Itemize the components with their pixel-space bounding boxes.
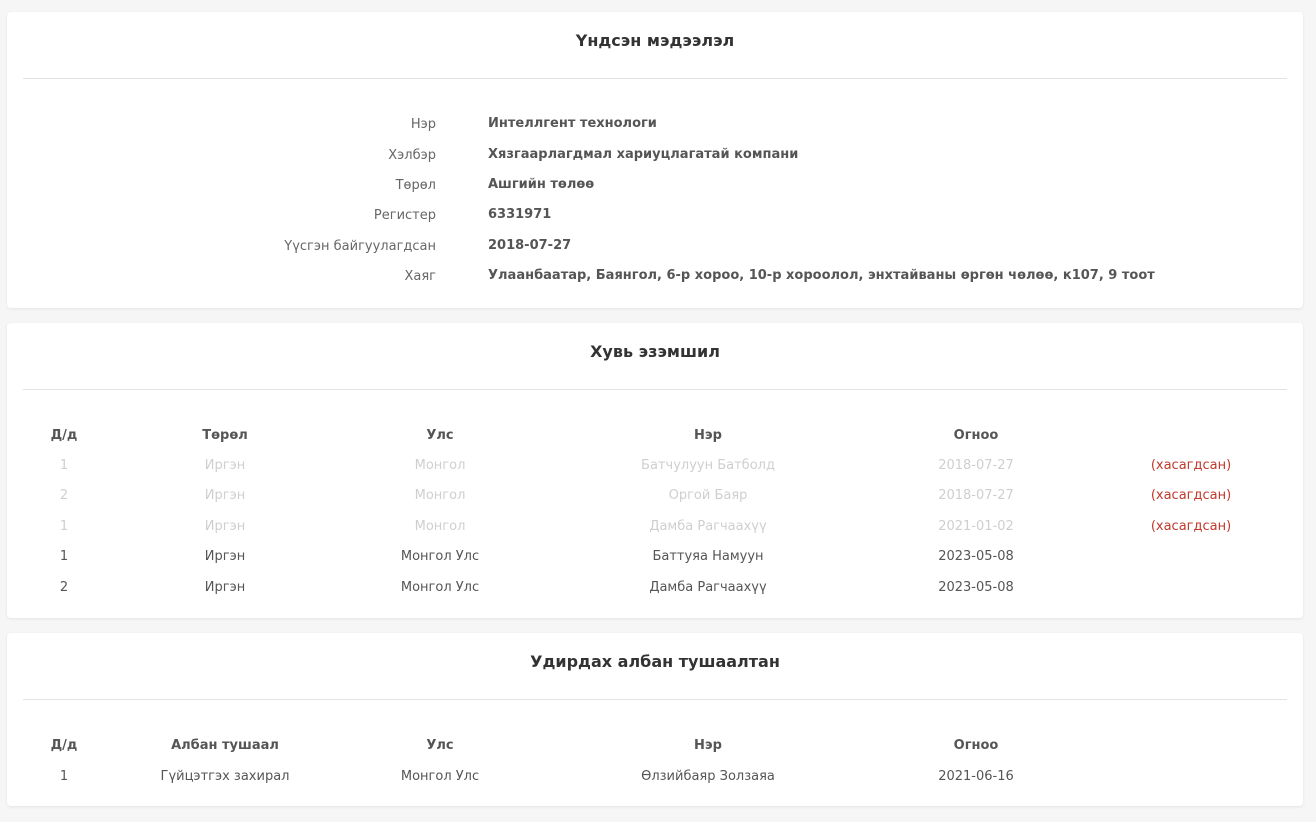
col-header-country: Улс [426, 428, 454, 443]
table-row: 1 Гүйцэтгэх захирал Монгол Улс Өлзийбаяр… [7, 767, 1303, 787]
cell-country: Монгол Улс [400, 769, 480, 784]
removed-status: (хасагдсан) [1150, 458, 1232, 473]
ownership-card: Хувь эзэмшил Д/д Төрөл Улс Нэр Огноо 1 И… [7, 323, 1303, 618]
cell-date: 2021-06-16 [938, 769, 1014, 784]
info-row-founded: Үүсгэн байгуулагдсан 2018-07-27 [7, 237, 1303, 257]
col-header-no: Д/д [50, 738, 78, 753]
col-header-date: Огноо [953, 428, 999, 443]
info-row-type: Төрөл Ашгийн төлөө [7, 176, 1303, 196]
info-label: Хаяг [404, 269, 436, 284]
info-value: Интеллгент технологи [488, 116, 657, 131]
info-row-address: Хаяг Улаанбаатар, Баянгол, 6-р хороо, 10… [7, 267, 1303, 287]
info-label: Хэлбэр [388, 148, 436, 163]
info-row-name: Нэр Интеллгент технологи [7, 115, 1303, 135]
col-header-type: Төрөл [202, 428, 248, 443]
cell-type: Иргэн [204, 519, 246, 534]
cell-date: 2018-07-27 [938, 458, 1014, 473]
info-row-register: Регистер 6331971 [7, 206, 1303, 226]
cell-name: Батчулуун Батболд [641, 458, 775, 473]
col-header-country: Улс [426, 738, 454, 753]
divider [23, 389, 1287, 390]
cell-no: 1 [59, 458, 69, 473]
officials-card: Удирдах албан тушаалтан Д/д Албан тушаал… [7, 633, 1303, 806]
ownership-title: Хувь эзэмшил [590, 342, 720, 361]
info-value: Ашгийн төлөө [488, 177, 595, 192]
cell-country: Монгол Улс [400, 549, 480, 564]
info-value: Хязгаарлагдмал хариуцлагатай компани [488, 147, 799, 162]
cell-name: Дамба Рагчаахүү [649, 580, 767, 595]
cell-no: 1 [59, 769, 69, 784]
table-row: 1 Иргэн Монгол Батчулуун Батболд 2018-07… [7, 456, 1303, 476]
cell-type: Иргэн [204, 488, 246, 503]
col-header-position: Албан тушаал [171, 738, 279, 753]
info-row-form: Хэлбэр Хязгаарлагдмал хариуцлагатай комп… [7, 146, 1303, 166]
cell-position: Гүйцэтгэх захирал [160, 769, 290, 784]
cell-type: Иргэн [204, 549, 246, 564]
cell-type: Иргэн [204, 458, 246, 473]
cell-date: 2018-07-27 [938, 488, 1014, 503]
basic-info-card: Үндсэн мэдээлэл Нэр Интеллгент технологи… [7, 12, 1303, 308]
col-header-date: Огноо [953, 738, 999, 753]
cell-name: Дамба Рагчаахүү [649, 519, 767, 534]
divider [23, 78, 1287, 79]
cell-country: Монгол Улс [400, 580, 480, 595]
info-label: Үүсгэн байгуулагдсан [284, 239, 436, 254]
basic-info-title: Үндсэн мэдээлэл [575, 31, 735, 50]
col-header-name: Нэр [694, 738, 722, 753]
cell-date: 2021-01-02 [938, 519, 1014, 534]
cell-country: Монгол [414, 519, 466, 534]
divider [23, 699, 1287, 700]
cell-no: 1 [59, 549, 69, 564]
cell-no: 2 [59, 488, 69, 503]
table-row: 2 Иргэн Монгол Оргой Баяр 2018-07-27 (ха… [7, 486, 1303, 506]
table-row: 1 Иргэн Монгол Дамба Рагчаахүү 2021-01-0… [7, 517, 1303, 537]
col-header-no: Д/д [50, 428, 78, 443]
info-label: Төрөл [395, 178, 436, 193]
info-label: Регистер [373, 208, 436, 223]
table-row: 2 Иргэн Монгол Улс Дамба Рагчаахүү 2023-… [7, 578, 1303, 598]
info-label: Нэр [410, 117, 436, 132]
cell-no: 1 [59, 519, 69, 534]
cell-type: Иргэн [204, 580, 246, 595]
officials-table-header: Д/д Албан тушаал Улс Нэр Огноо [7, 736, 1303, 756]
cell-country: Монгол [414, 458, 466, 473]
col-header-name: Нэр [694, 428, 722, 443]
info-value: 2018-07-27 [488, 238, 572, 253]
info-value: Улаанбаатар, Баянгол, 6-р хороо, 10-р хо… [488, 268, 1155, 283]
cell-date: 2023-05-08 [938, 549, 1014, 564]
officials-title: Удирдах албан тушаалтан [530, 652, 780, 671]
ownership-table-header: Д/д Төрөл Улс Нэр Огноо [7, 426, 1303, 446]
removed-status: (хасагдсан) [1150, 488, 1232, 503]
removed-status: (хасагдсан) [1150, 519, 1232, 534]
cell-name: Баттуяа Намуун [652, 549, 764, 564]
info-value: 6331971 [488, 207, 552, 222]
cell-name: Өлзийбаяр Золзаяа [641, 769, 775, 784]
cell-name: Оргой Баяр [668, 488, 748, 503]
cell-date: 2023-05-08 [938, 580, 1014, 595]
cell-no: 2 [59, 580, 69, 595]
table-row: 1 Иргэн Монгол Улс Баттуяа Намуун 2023-0… [7, 547, 1303, 567]
cell-country: Монгол [414, 488, 466, 503]
